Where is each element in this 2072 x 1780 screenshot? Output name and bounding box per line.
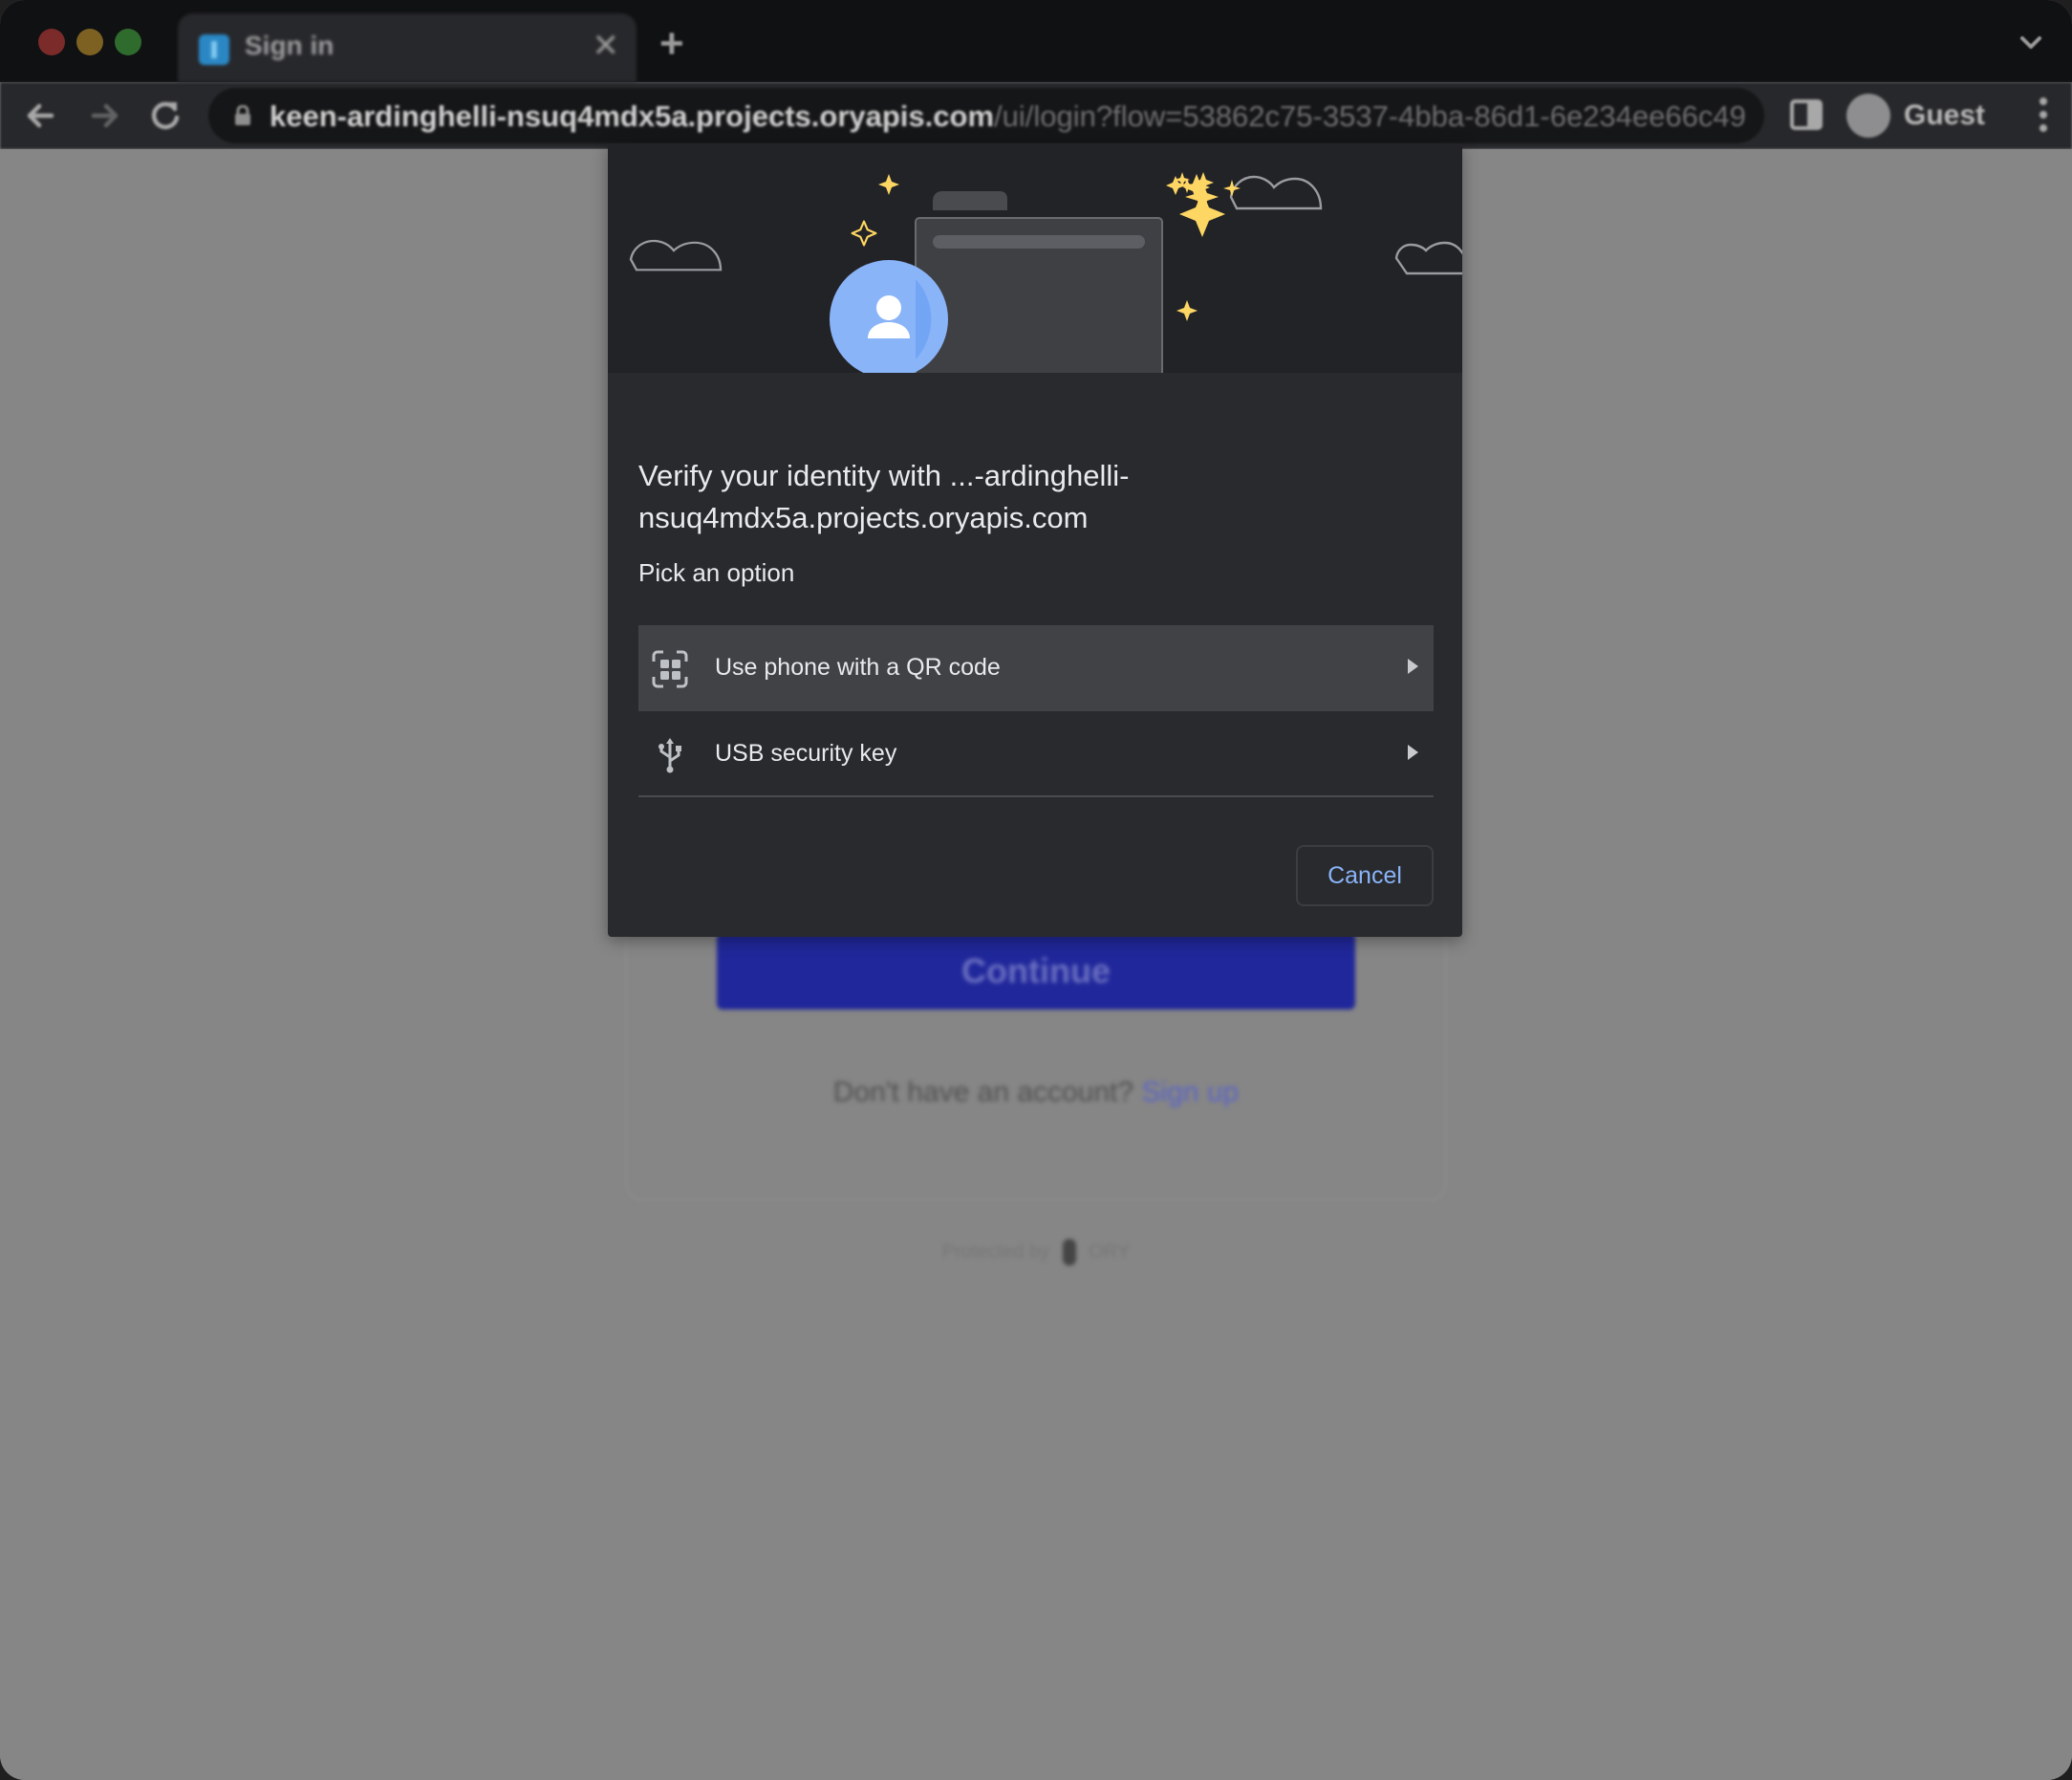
signup-link[interactable]: Sign up [1141,1076,1239,1108]
chevron-down-icon[interactable] [2018,31,2043,55]
option-qr-code[interactable]: Use phone with a QR code [638,625,1434,711]
qr-code-icon [652,650,688,688]
window-close-button[interactable] [38,29,65,55]
window-minimize-button[interactable] [76,29,103,55]
continue-button[interactable]: Continue [717,933,1355,1009]
kebab-menu-icon[interactable] [2038,96,2049,134]
browser-toolbar: keen-ardinghelli-nsuq4mdx5a.projects.ory… [0,82,2072,149]
ory-favicon-icon [199,34,229,65]
protected-by-footer: Protected by ORY [0,1239,2072,1266]
footer-prefix: Protected by [941,1241,1050,1263]
profile-button[interactable]: Guest [1846,92,1990,140]
forward-arrow-icon[interactable] [82,94,126,138]
tab-strip: Sign in ✕ + [0,0,2072,82]
option-usb-key[interactable]: USB security key [638,711,1434,797]
profile-name: Guest [1904,99,1986,131]
footer-brand: ORY [1089,1241,1131,1263]
option-usb-label: USB security key [715,740,897,767]
signup-line: Don't have an account? Sign up [0,1076,2072,1109]
usb-icon [658,738,681,773]
reload-icon[interactable] [143,94,187,138]
browser-tab[interactable]: Sign in ✕ [178,13,637,82]
new-tab-button[interactable]: + [659,23,684,65]
address-bar[interactable]: keen-ardinghelli-nsuq4mdx5a.projects.ory… [208,88,1764,143]
option-qr-label: Use phone with a QR code [715,654,1001,681]
passkey-illustration-icon [629,172,1462,373]
url-path: /ui/login?flow=53862c75-3537-4bba-86d1-6… [994,99,1746,133]
url-text: keen-ardinghelli-nsuq4mdx5a.projects.ory… [270,99,1746,134]
ory-logo-icon [1062,1239,1076,1266]
dialog-title: Verify your identity with ...-ardinghell… [638,459,1130,534]
guest-avatar-icon [1846,94,1890,138]
tab-title: Sign in [245,31,335,60]
verify-identity-dialog: Verify your identity with ...-ardinghell… [608,143,1462,937]
tab-close-icon[interactable]: ✕ [593,27,620,65]
signup-prompt: Don't have an account? [832,1076,1134,1108]
window-maximize-button[interactable] [115,29,141,55]
cancel-button[interactable]: Cancel [1296,845,1434,906]
url-host: keen-ardinghelli-nsuq4mdx5a.projects.ory… [270,99,995,133]
side-panel-icon[interactable] [1789,98,1824,132]
chevron-right-icon [1408,659,1418,674]
lock-icon[interactable] [233,105,252,126]
dialog-subtitle: Pick an option [638,558,795,587]
dialog-illustration [608,143,1462,373]
browser-window: Sign in ✕ + keen-ardinghelli-nsuq4mdx5a.… [0,0,2072,1780]
back-arrow-icon[interactable] [19,94,63,138]
chevron-right-icon [1408,745,1418,760]
